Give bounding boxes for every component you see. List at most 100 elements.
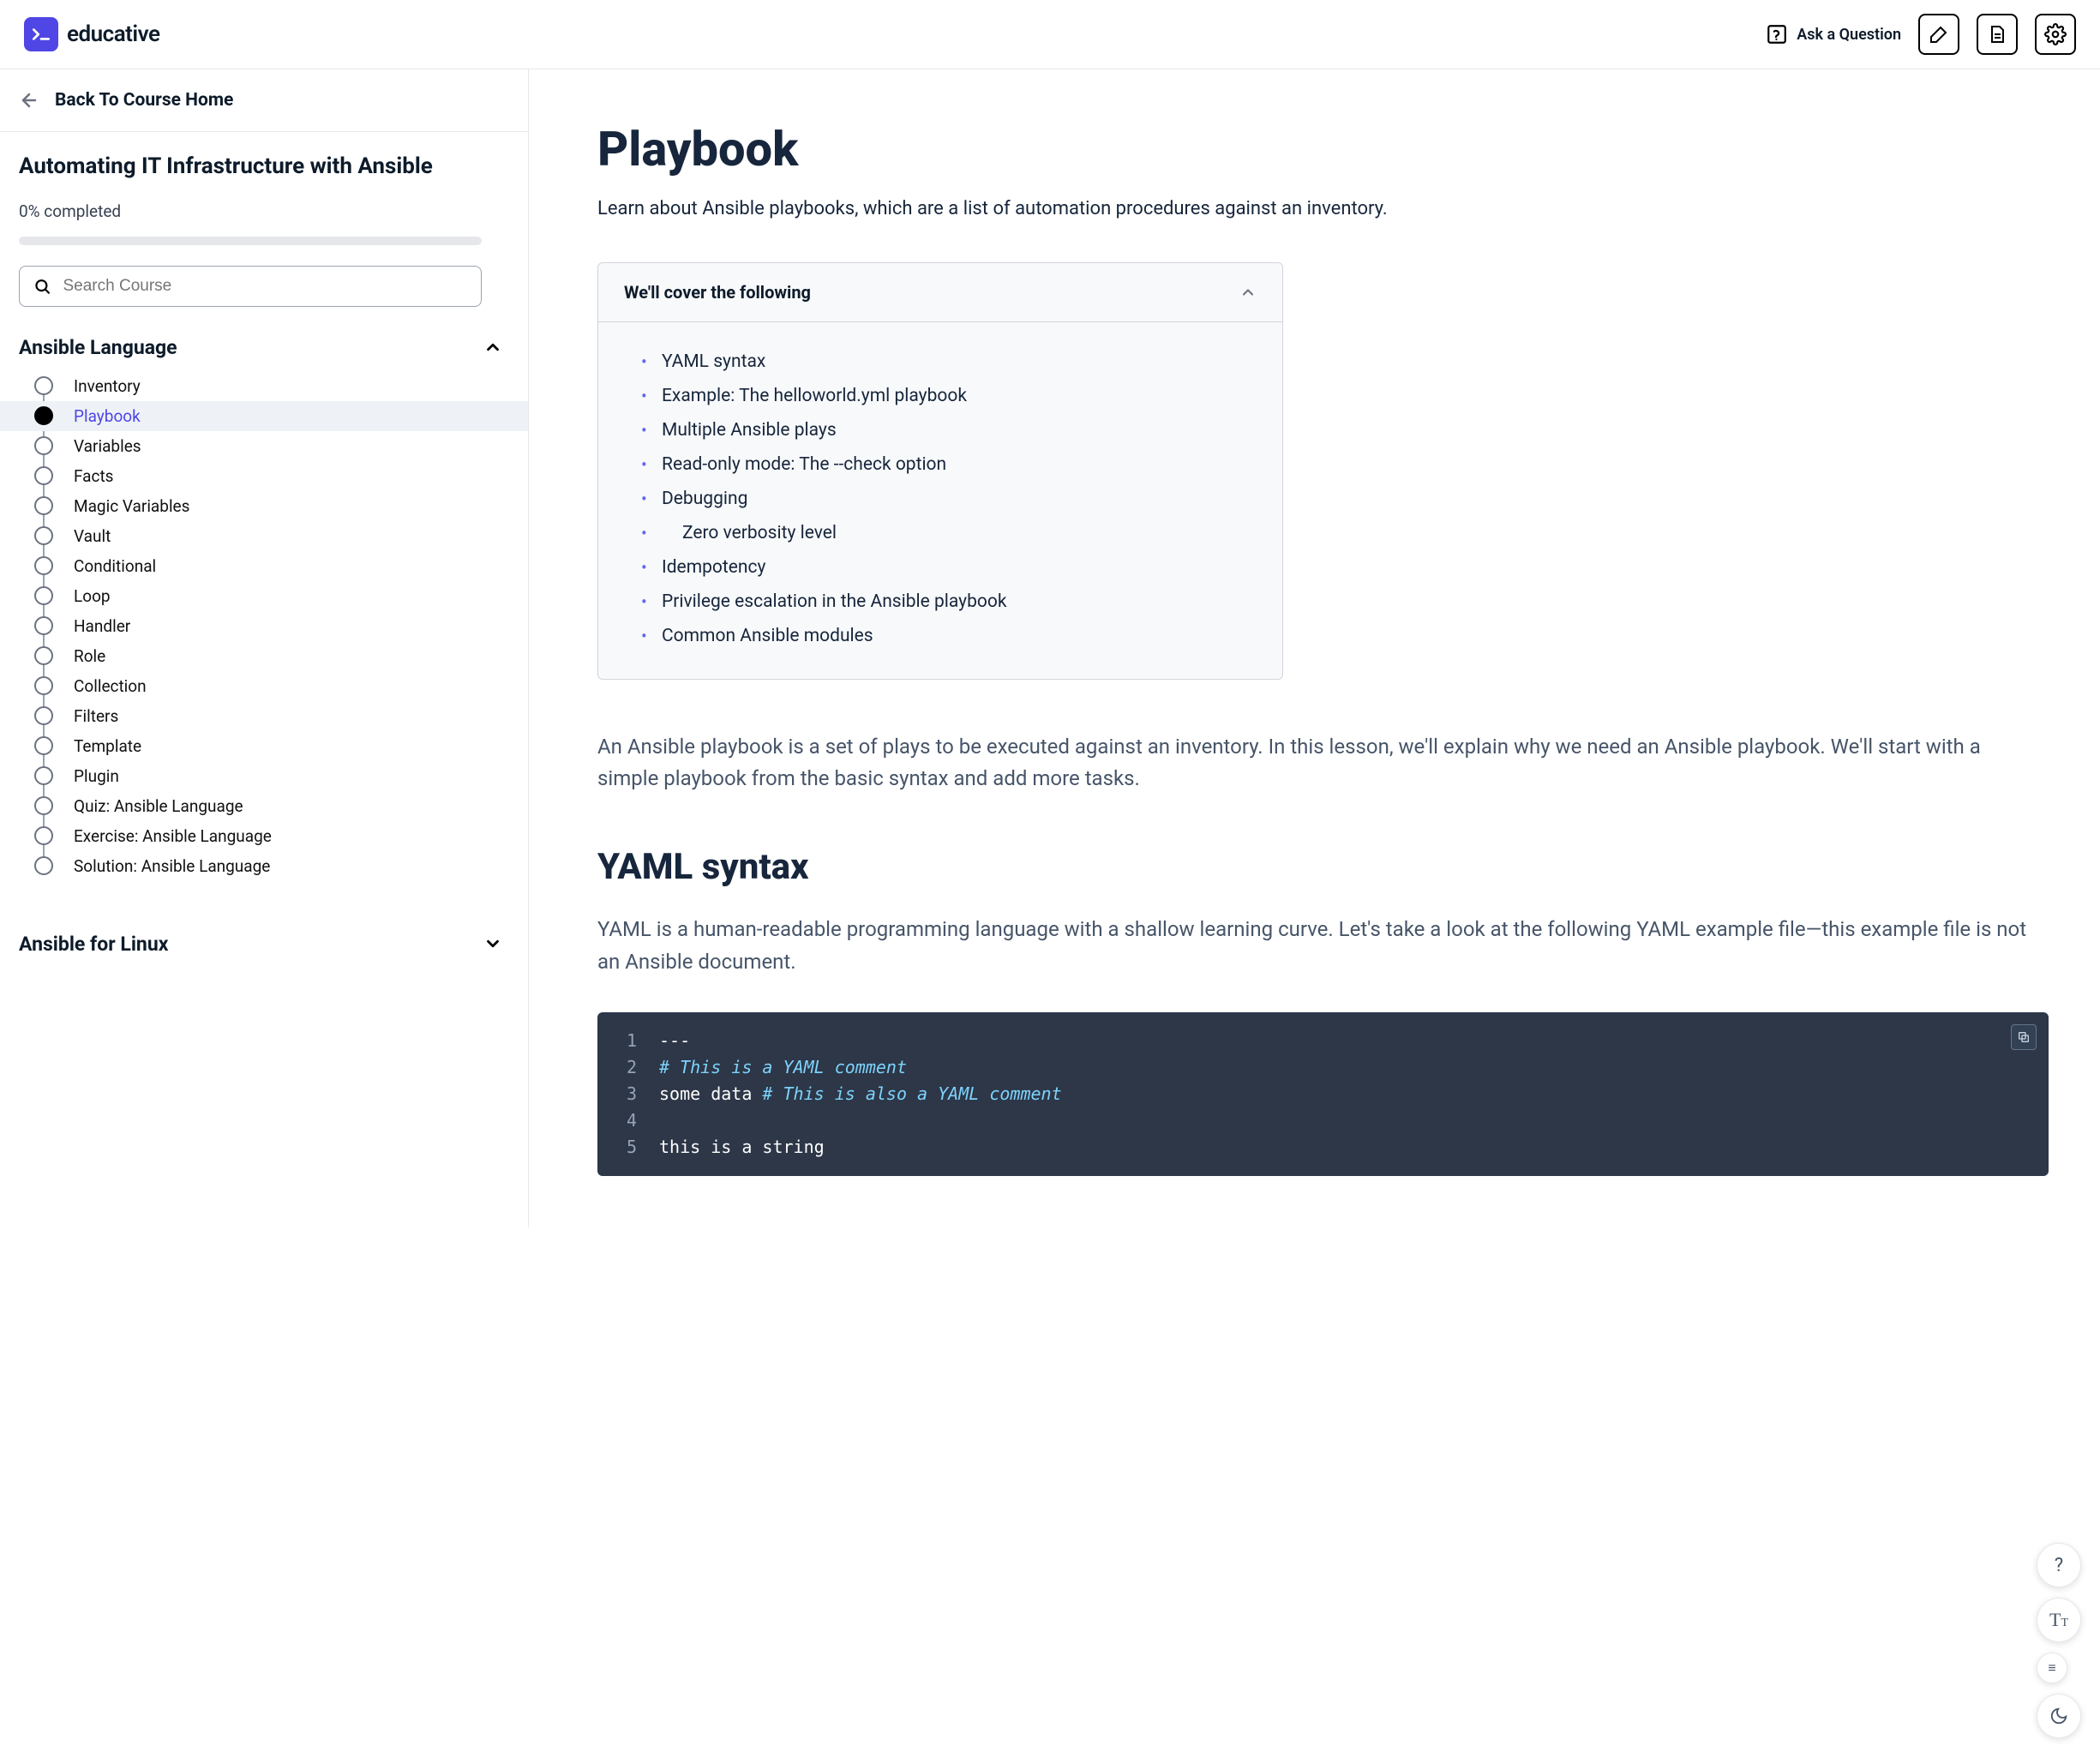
gear-icon [2044, 23, 2067, 45]
lesson-status-dot [34, 586, 53, 605]
lesson-item-exercise-ansible-language[interactable]: Exercise: Ansible Language [34, 821, 509, 851]
lesson-item-collection[interactable]: Collection [34, 671, 509, 701]
lesson-item-variables[interactable]: Variables [34, 431, 509, 461]
code-line: 5this is a string [597, 1134, 2049, 1161]
code-block: 1---2# This is a YAML comment3some data … [597, 1012, 2049, 1176]
yaml-intro-paragraph: YAML is a human-readable programming lan… [597, 914, 2037, 977]
chevron-up-icon [483, 338, 502, 357]
lesson-item-solution-ansible-language[interactable]: Solution: Ansible Language [34, 851, 509, 881]
lesson-item-quiz-ansible-language[interactable]: Quiz: Ansible Language [34, 791, 509, 821]
toc-item[interactable]: Privilege escalation in the Ansible play… [641, 585, 1248, 619]
moon-icon [2049, 1707, 2068, 1725]
lesson-item-inventory[interactable]: Inventory [34, 371, 509, 401]
scroll-indicator[interactable]: ≡ [2037, 1653, 2067, 1683]
lesson-label: Solution: Ansible Language [74, 856, 270, 876]
text-size-button[interactable]: TT [2037, 1598, 2081, 1642]
lesson-label: Variables [74, 436, 141, 456]
document-icon [1987, 24, 2007, 45]
brand-name: educative [67, 21, 160, 47]
lesson-status-dot [34, 706, 53, 725]
lines-icon: ≡ [2048, 1659, 2055, 1677]
lesson-status-dot [34, 766, 53, 785]
question-mark-icon: ? [2055, 1555, 2063, 1576]
progress-bar [19, 237, 482, 245]
lesson-item-loop[interactable]: Loop [34, 581, 509, 611]
back-link[interactable]: Back To Course Home [0, 69, 528, 132]
lesson-label: Plugin [74, 766, 119, 786]
lesson-label: Facts [74, 466, 114, 486]
arrow-left-icon [19, 90, 39, 111]
toc-item[interactable]: Debugging [641, 482, 1248, 516]
toc-subitem[interactable]: Zero verbosity level [641, 516, 1248, 550]
code-line: 4 [597, 1107, 2049, 1134]
ask-question-button[interactable]: Ask a Question [1766, 23, 1901, 45]
intro-paragraph: An Ansible playbook is a set of plays to… [597, 731, 2020, 795]
help-button[interactable]: ? [2037, 1543, 2081, 1587]
progress-text: 0% completed [19, 201, 509, 221]
lesson-status-dot [34, 496, 53, 515]
lesson-item-template[interactable]: Template [34, 731, 509, 761]
code-content: this is a string [659, 1134, 825, 1161]
search-input[interactable] [63, 277, 468, 296]
sidebar: Back To Course Home Automating IT Infras… [0, 69, 529, 1227]
section-toggle-ansible-language[interactable]: Ansible Language [0, 324, 528, 371]
topbar-actions: Ask a Question [1766, 14, 2076, 55]
lesson-item-role[interactable]: Role [34, 641, 509, 671]
lesson-item-playbook[interactable]: Playbook [0, 401, 528, 431]
toc-item[interactable]: Multiple Ansible plays [641, 413, 1248, 447]
toc-item[interactable]: YAML syntax [641, 345, 1248, 379]
collapsed-section-title: Ansible for Linux [19, 933, 168, 956]
lesson-status-dot [34, 436, 53, 455]
lesson-status-dot [34, 676, 53, 695]
lesson-label: Role [74, 646, 105, 666]
lesson-item-vault[interactable]: Vault [34, 521, 509, 551]
lesson-status-dot [34, 856, 53, 875]
toc-title: We'll cover the following [624, 282, 811, 303]
toc-item[interactable]: Idempotency [641, 550, 1248, 585]
lesson-status-dot [34, 616, 53, 635]
lesson-label: Collection [74, 676, 147, 696]
logo[interactable]: educative [24, 17, 160, 51]
lesson-label: Conditional [74, 556, 156, 576]
toc-item[interactable]: Read-only mode: The --check option [641, 447, 1248, 482]
toc-box: We'll cover the following YAML syntaxExa… [597, 262, 1283, 680]
lesson-label: Playbook [74, 406, 141, 426]
lesson-item-conditional[interactable]: Conditional [34, 551, 509, 581]
code-content: some data # This is also a YAML comment [659, 1081, 1062, 1107]
lesson-item-facts[interactable]: Facts [34, 461, 509, 491]
settings-button[interactable] [2035, 14, 2076, 55]
course-header: Automating IT Infrastructure with Ansibl… [0, 132, 528, 254]
section-heading-yaml-syntax: YAML syntax [597, 846, 2049, 888]
lesson-label: Inventory [74, 376, 141, 396]
toc-item[interactable]: Example: The helloworld.yml playbook [641, 379, 1248, 413]
lesson-status-dot [34, 556, 53, 575]
toc-item[interactable]: Common Ansible modules [641, 619, 1248, 653]
logo-icon [24, 17, 58, 51]
lesson-label: Template [74, 736, 141, 756]
lesson-item-plugin[interactable]: Plugin [34, 761, 509, 791]
lesson-item-magic-variables[interactable]: Magic Variables [34, 491, 509, 521]
section-title: Ansible Language [19, 336, 177, 359]
pencil-icon [1929, 24, 1949, 45]
search-wrap [0, 254, 528, 324]
lesson-status-dot [34, 466, 53, 485]
lesson-label: Loop [74, 586, 111, 606]
search-box[interactable] [19, 266, 482, 307]
document-button[interactable] [1977, 14, 2018, 55]
copy-code-button[interactable] [2011, 1024, 2037, 1050]
lesson-label: Exercise: Ansible Language [74, 826, 272, 846]
line-number: 4 [597, 1107, 659, 1134]
toc-list: YAML syntaxExample: The helloworld.yml p… [598, 322, 1282, 679]
lesson-status-dot [34, 826, 53, 845]
highlight-button[interactable] [1918, 14, 1959, 55]
section-toggle-ansible-for-linux[interactable]: Ansible for Linux [0, 907, 528, 981]
page-title: Playbook [597, 121, 2049, 177]
line-number: 5 [597, 1134, 659, 1161]
lesson-item-handler[interactable]: Handler [34, 611, 509, 641]
line-number: 3 [597, 1081, 659, 1107]
lesson-item-filters[interactable]: Filters [34, 701, 509, 731]
lesson-list: Inventory Playbook Variables Facts Magic Var… [0, 371, 528, 907]
toc-toggle[interactable]: We'll cover the following [598, 263, 1282, 322]
theme-toggle-button[interactable] [2037, 1694, 2081, 1738]
text-size-icon: TT [2049, 1609, 2068, 1631]
